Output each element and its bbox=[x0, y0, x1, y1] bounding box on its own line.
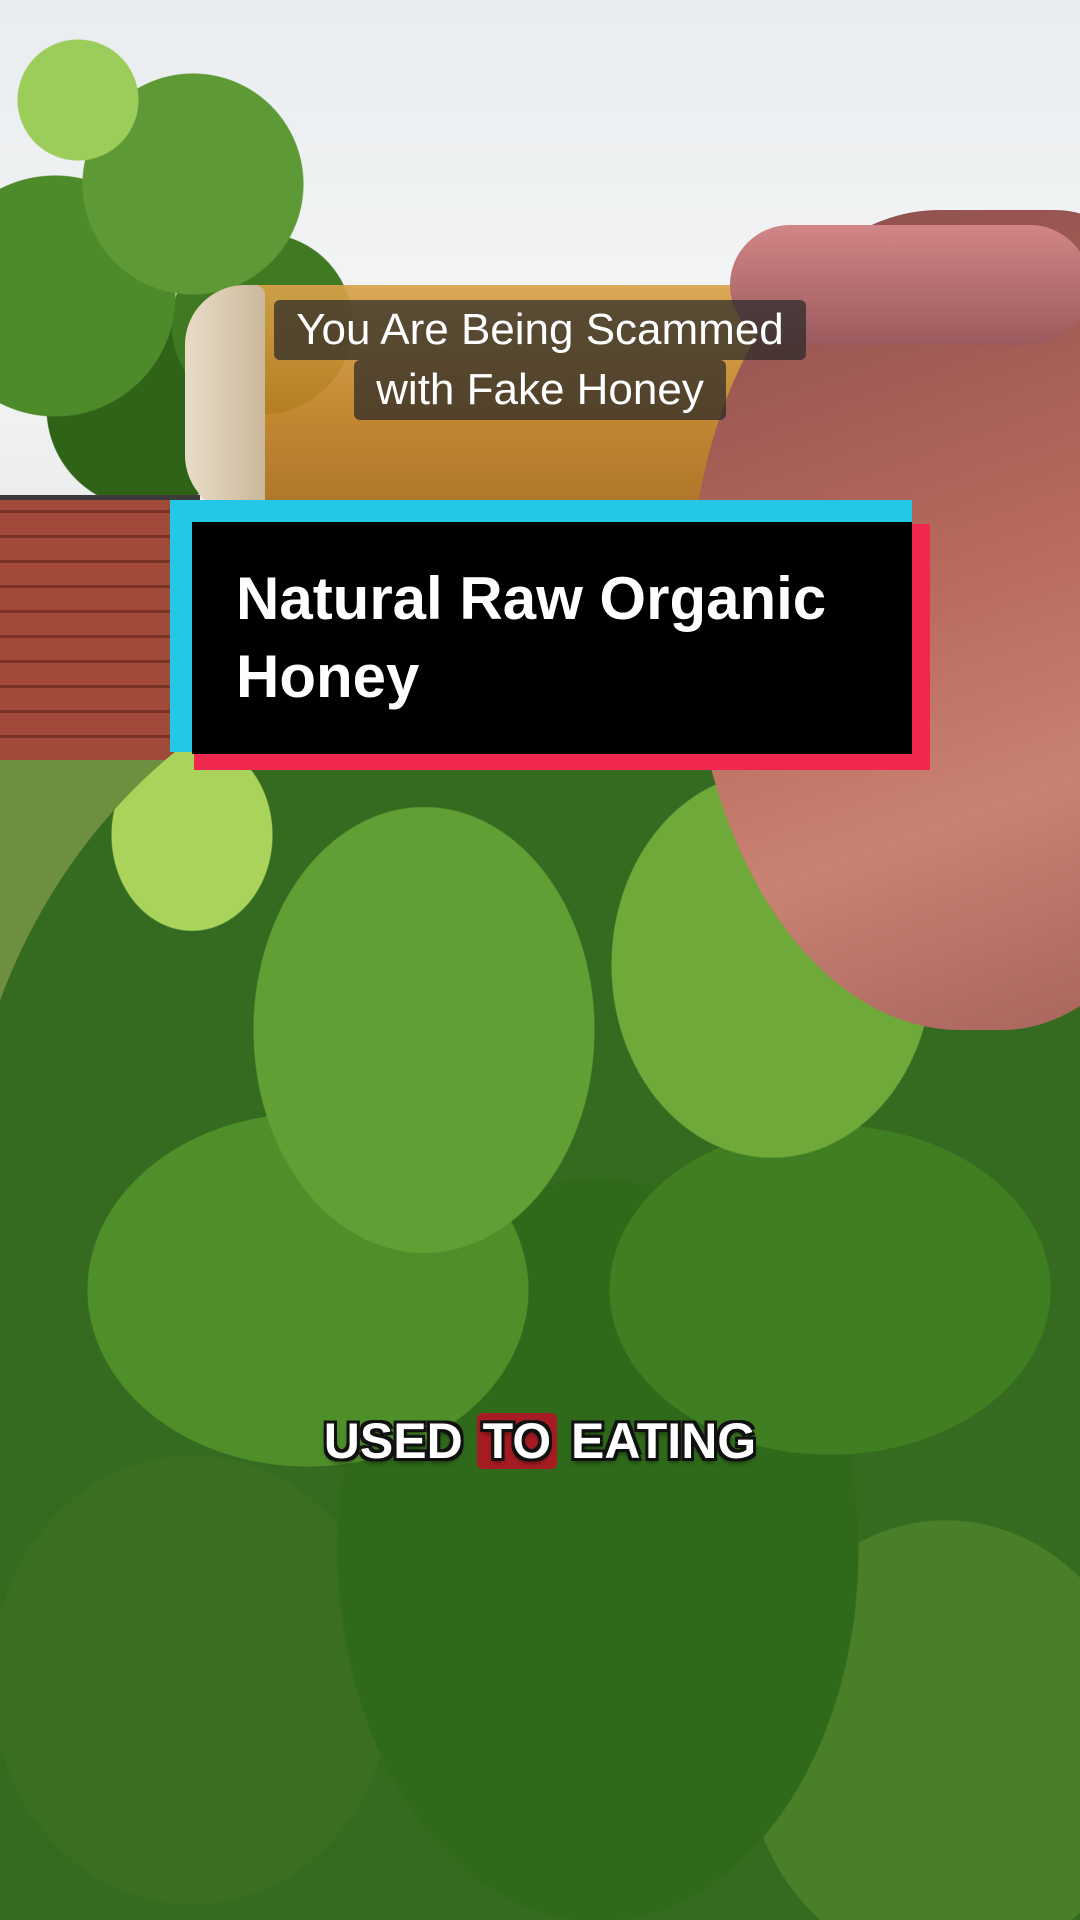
subtitle: USED TO EATING bbox=[0, 1412, 1080, 1470]
title-banner: Natural Raw Organic Honey bbox=[170, 500, 930, 770]
banner-title: Natural Raw Organic Honey bbox=[236, 565, 827, 710]
top-caption-line-1: You Are Being Scammed bbox=[274, 300, 806, 360]
subtitle-before: USED bbox=[323, 1413, 477, 1469]
top-caption-line-2: with Fake Honey bbox=[354, 360, 726, 420]
video-frame[interactable] bbox=[0, 0, 1080, 1920]
subtitle-highlight: TO bbox=[476, 1413, 558, 1469]
banner-box: Natural Raw Organic Honey bbox=[192, 522, 912, 754]
subtitle-after: EATING bbox=[557, 1413, 757, 1469]
top-caption: You Are Being Scammed with Fake Honey bbox=[0, 300, 1080, 420]
